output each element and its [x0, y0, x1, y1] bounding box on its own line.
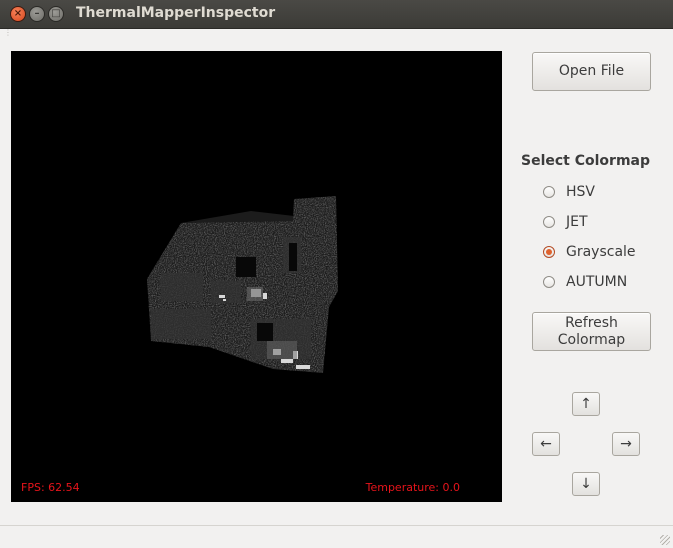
colormap-option-label: Grayscale [566, 244, 636, 260]
move-down-button[interactable]: ↓ [572, 472, 600, 496]
radio-unchecked-icon[interactable] [543, 186, 555, 198]
radio-unchecked-icon[interactable] [543, 216, 555, 228]
colormap-option-grayscale[interactable]: Grayscale [543, 242, 636, 262]
colormap-option-autumn[interactable]: AUTUMN [543, 272, 627, 292]
window-title: ThermalMapperInspector [76, 5, 276, 21]
point-cloud-render [147, 196, 338, 373]
minimize-window-icon[interactable]: – [29, 6, 45, 22]
maximize-window-icon[interactable]: □ [48, 6, 64, 22]
radio-unchecked-icon[interactable] [543, 276, 555, 288]
radio-checked-icon[interactable] [543, 246, 555, 258]
thermal-3d-viewport[interactable]: FPS: 62.54 Temperature: 0.0 [11, 51, 502, 502]
colormap-heading: Select Colormap [521, 153, 651, 169]
fps-readout: FPS: 62.54 [21, 481, 80, 494]
resize-grip-icon[interactable] [660, 535, 670, 545]
toolbar-grip-icon[interactable]: ⋮ [4, 29, 12, 37]
temperature-readout: Temperature: 0.0 [365, 481, 460, 494]
colormap-option-label: JET [566, 214, 588, 230]
refresh-label-line1: Refresh [565, 315, 618, 331]
open-file-button[interactable]: Open File [532, 52, 651, 91]
colormap-option-hsv[interactable]: HSV [543, 182, 595, 202]
refresh-label-line2: Colormap [557, 332, 626, 348]
move-up-button[interactable]: ↑ [572, 392, 600, 416]
move-right-button[interactable]: → [612, 432, 640, 456]
status-bar [0, 525, 673, 548]
colormap-option-label: AUTUMN [566, 274, 628, 290]
move-left-button[interactable]: ← [532, 432, 560, 456]
close-window-icon[interactable]: × [10, 6, 26, 22]
colormap-option-label: HSV [566, 184, 595, 200]
colormap-option-jet[interactable]: JET [543, 212, 588, 232]
title-bar: × – □ ThermalMapperInspector [0, 0, 673, 29]
refresh-colormap-button[interactable]: Refresh Colormap [532, 312, 651, 351]
